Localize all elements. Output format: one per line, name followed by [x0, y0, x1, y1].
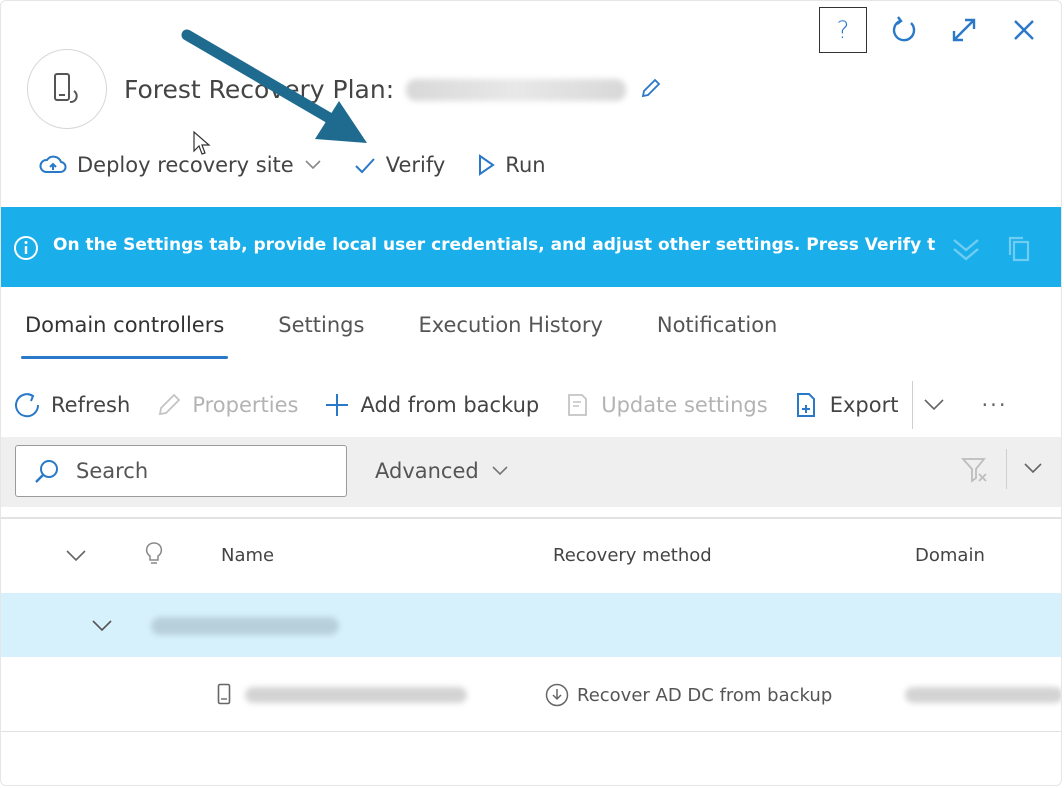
- double-chevron-down-icon[interactable]: [951, 237, 981, 263]
- run-button[interactable]: Run: [477, 153, 546, 177]
- mouse-cursor-icon: [193, 131, 211, 155]
- run-label: Run: [505, 153, 546, 177]
- cloud-upload-icon: [39, 155, 67, 173]
- refresh-icon: [15, 393, 40, 418]
- tab-execution-history[interactable]: Execution History: [414, 309, 606, 351]
- verify-label: Verify: [385, 153, 446, 177]
- toolbar-divider: [912, 381, 914, 429]
- verify-button[interactable]: Verify: [354, 153, 446, 177]
- avatar: [27, 49, 107, 129]
- search-bar: Advanced: [1, 437, 1061, 507]
- search-box: [15, 445, 347, 497]
- banner-message: On the Settings tab, provide local user …: [53, 235, 935, 255]
- add-from-backup-button[interactable]: Add from backup: [324, 392, 539, 418]
- help-button[interactable]: ?: [819, 7, 867, 53]
- close-icon[interactable]: [1001, 7, 1047, 53]
- redacted-plan-name: [406, 78, 627, 101]
- export-button[interactable]: Export: [794, 391, 899, 419]
- refresh-window-icon[interactable]: [881, 7, 927, 53]
- recovery-method-label: Recover AD DC from backup: [577, 684, 833, 706]
- collapse-all-icon[interactable]: [65, 549, 87, 563]
- pencil-icon: [159, 393, 181, 416]
- chevron-down-icon[interactable]: [91, 619, 113, 633]
- chevron-down-icon: [492, 466, 508, 476]
- update-settings-label: Update settings: [601, 393, 768, 417]
- plus-icon: [326, 394, 349, 416]
- window-controls: ?: [819, 7, 1047, 53]
- export-icon: [796, 393, 815, 417]
- table-header: Name Recovery method Domain: [1, 517, 1061, 593]
- copy-icon[interactable]: [1007, 235, 1031, 263]
- deploy-label: Deploy recovery site: [77, 153, 294, 177]
- filter-controls: [960, 449, 1043, 489]
- refresh-label: Refresh: [51, 393, 131, 417]
- toolbar: Refresh Properties Add from backup Updat…: [13, 381, 1008, 429]
- group-row[interactable]: [1, 593, 1061, 657]
- advanced-search-toggle[interactable]: Advanced: [375, 459, 509, 483]
- more-options-button[interactable]: ···: [981, 393, 1007, 417]
- pencil-icon[interactable]: [640, 77, 662, 103]
- document-edit-icon: [568, 394, 588, 416]
- info-banner: On the Settings tab, provide local user …: [1, 207, 1061, 287]
- refresh-button[interactable]: Refresh: [13, 391, 130, 419]
- tab-domain-controllers[interactable]: Domain controllers: [21, 309, 229, 359]
- redacted-group-name: [151, 617, 339, 635]
- table-row[interactable]: Recover AD DC from backup: [1, 657, 1061, 732]
- info-icon: [14, 236, 38, 260]
- search-icon: [35, 460, 58, 483]
- column-recovery-method[interactable]: Recovery method: [553, 545, 712, 566]
- device-icon: [217, 683, 231, 705]
- tab-bar: Domain controllers Settings Execution Hi…: [21, 309, 782, 359]
- tab-settings[interactable]: Settings: [274, 309, 368, 351]
- device-restore-icon: [54, 73, 78, 104]
- properties-button[interactable]: Properties: [156, 392, 298, 418]
- download-circle-icon: [545, 683, 569, 707]
- column-name[interactable]: Name: [221, 545, 274, 566]
- play-icon: [479, 154, 496, 176]
- properties-label: Properties: [192, 393, 299, 417]
- redacted-domain: [905, 687, 1061, 703]
- add-from-backup-label: Add from backup: [360, 393, 540, 417]
- redacted-dc-name: [245, 687, 467, 703]
- page-title: Forest Recovery Plan:: [124, 75, 395, 104]
- chevron-down-icon[interactable]: [923, 398, 945, 412]
- search-input[interactable]: [74, 458, 318, 484]
- column-domain[interactable]: Domain: [915, 545, 985, 566]
- tab-notification[interactable]: Notification: [653, 309, 782, 351]
- chevron-down-icon[interactable]: [1023, 462, 1043, 476]
- deploy-recovery-site-button[interactable]: Deploy recovery site: [39, 153, 322, 177]
- export-label: Export: [829, 393, 899, 417]
- advanced-label: Advanced: [375, 459, 479, 483]
- expand-icon[interactable]: [941, 7, 987, 53]
- checkmark-icon: [355, 158, 375, 174]
- recovery-method-cell: Recover AD DC from backup: [545, 683, 832, 707]
- update-settings-button[interactable]: Update settings: [565, 392, 768, 418]
- chevron-down-icon: [305, 160, 321, 170]
- recovery-plan-window: ? Forest Recovery Plan: Deploy recovery …: [0, 0, 1062, 786]
- clear-filter-icon[interactable]: [960, 454, 990, 484]
- lightbulb-icon: [145, 542, 163, 564]
- filter-divider: [1006, 449, 1007, 489]
- command-bar: Deploy recovery site Verify Run: [39, 153, 546, 177]
- page-title-row: Forest Recovery Plan:: [124, 75, 662, 104]
